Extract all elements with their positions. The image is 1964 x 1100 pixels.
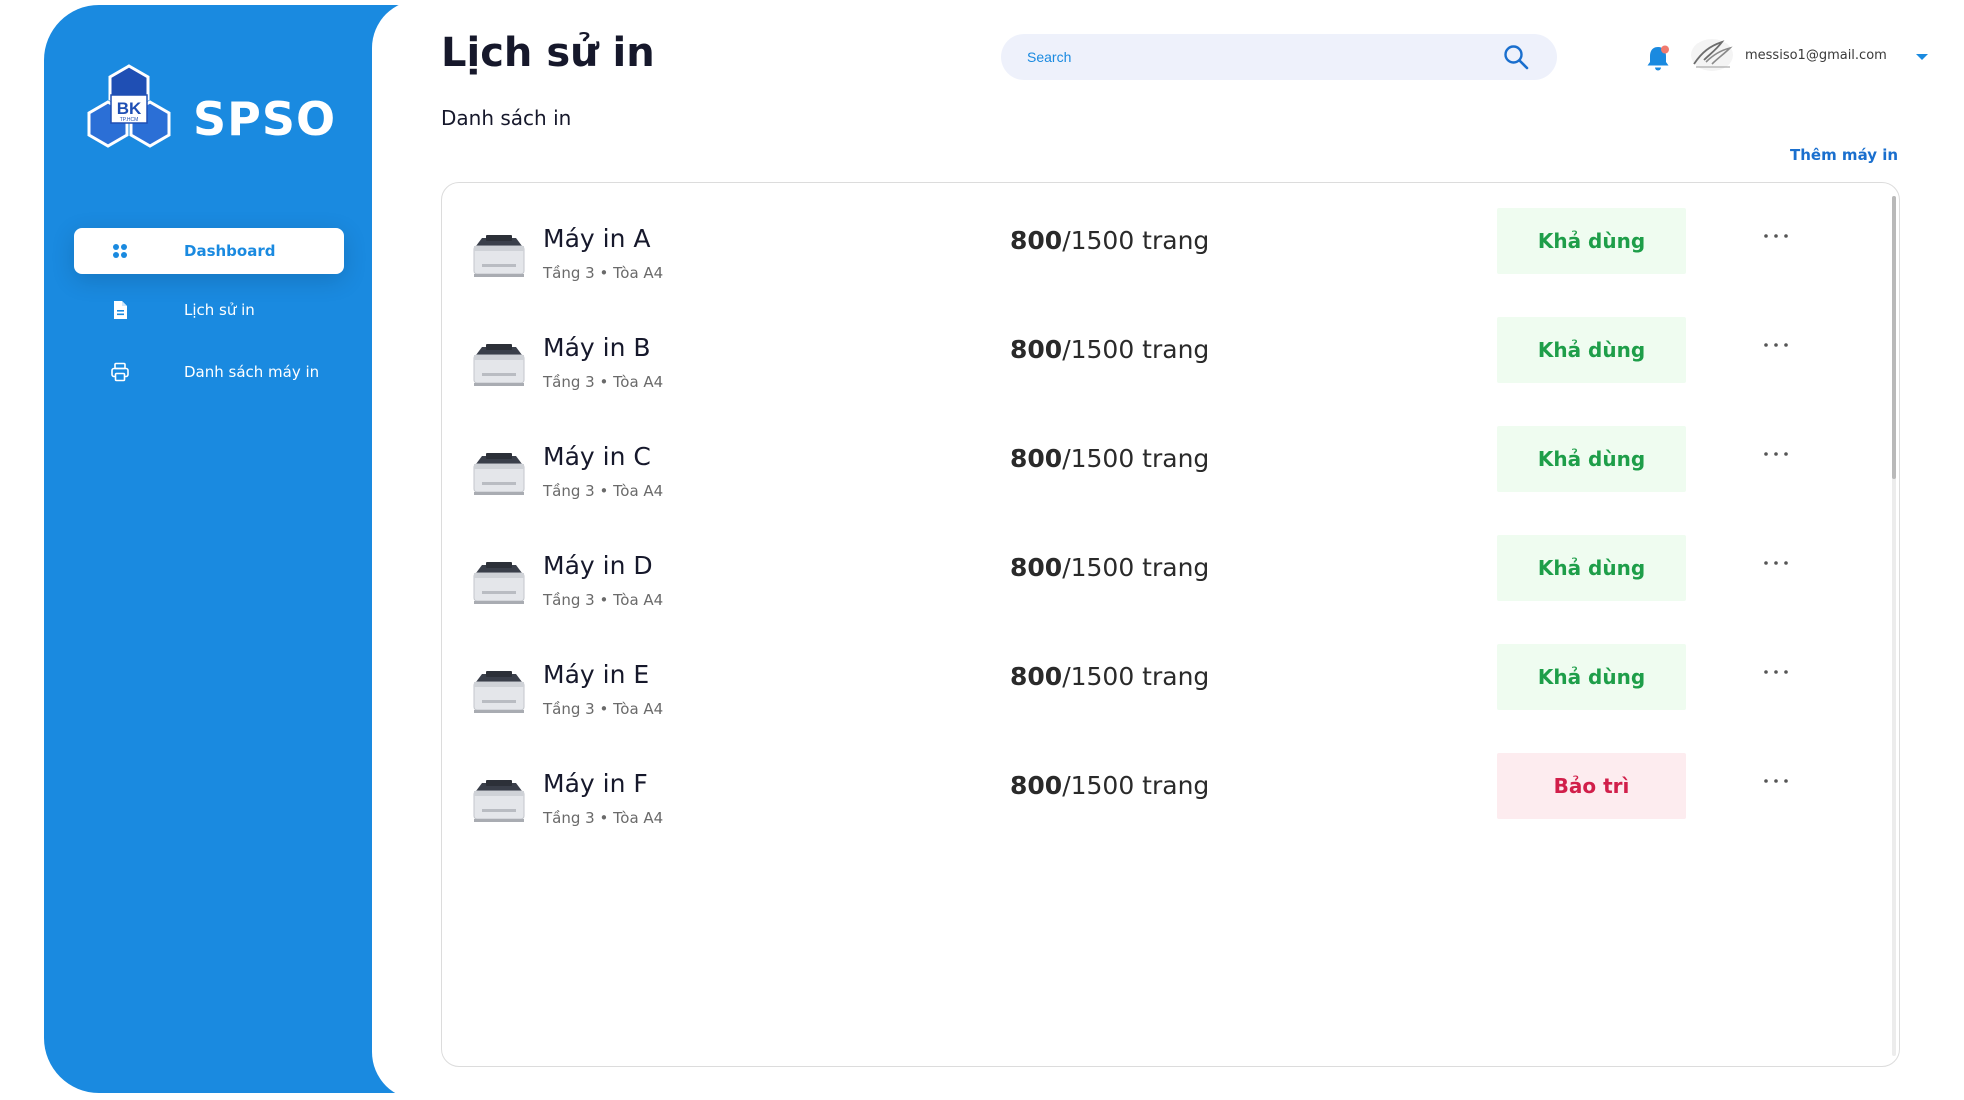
- printer-row[interactable]: Máy in C Tầng 3 • Tòa A4 800/1500 trang …: [462, 426, 1882, 522]
- more-options-icon[interactable]: [1762, 224, 1790, 248]
- printer-row[interactable]: Máy in A Tầng 3 • Tòa A4 800/1500 trang …: [462, 208, 1882, 304]
- printer-location: Tầng 3 • Tòa A4: [543, 809, 664, 827]
- printer-icon: [111, 362, 129, 382]
- bk-logo: BK TP.HCM: [87, 64, 171, 148]
- pages-total: /1500 trang: [1062, 662, 1210, 691]
- brand-name: SPSO: [193, 92, 337, 146]
- printer-image: [473, 671, 525, 713]
- more-options-icon[interactable]: [1762, 442, 1790, 466]
- status-badge: Khả dùng: [1497, 208, 1686, 274]
- search-input[interactable]: [1027, 34, 1487, 80]
- printer-location: Tầng 3 • Tòa A4: [543, 482, 664, 500]
- printer-location: Tầng 3 • Tòa A4: [543, 373, 664, 391]
- status-badge: Khả dùng: [1497, 426, 1686, 492]
- printer-name: Máy in E: [543, 660, 650, 689]
- grid-icon: [113, 244, 127, 258]
- pages-total: /1500 trang: [1062, 444, 1210, 473]
- pages-total: /1500 trang: [1062, 335, 1210, 364]
- more-options-icon[interactable]: [1762, 660, 1790, 684]
- printer-location: Tầng 3 • Tòa A4: [543, 591, 664, 609]
- pages-total: /1500 trang: [1062, 226, 1210, 255]
- pages-used: 800: [1010, 553, 1063, 582]
- pages-used: 800: [1010, 335, 1063, 364]
- more-options-icon[interactable]: [1762, 333, 1790, 357]
- document-icon: [114, 301, 127, 319]
- printer-name: Máy in F: [543, 769, 648, 798]
- page-count: 800/1500 trang: [1010, 226, 1209, 255]
- chevron-down-icon[interactable]: [1915, 52, 1929, 62]
- printer-name: Máy in B: [543, 333, 651, 362]
- sidebar-item-label: Lịch sử in: [184, 301, 255, 319]
- printer-location: Tầng 3 • Tòa A4: [543, 700, 664, 718]
- section-subtitle: Danh sách in: [441, 106, 572, 130]
- search-bar[interactable]: [1001, 34, 1557, 80]
- printer-image: [473, 235, 525, 277]
- page-count: 800/1500 trang: [1010, 771, 1209, 800]
- printer-row[interactable]: Máy in E Tầng 3 • Tòa A4 800/1500 trang …: [462, 644, 1882, 740]
- sidebar-item-label: Dashboard: [184, 242, 276, 260]
- pages-total: /1500 trang: [1062, 771, 1210, 800]
- printer-row[interactable]: Máy in F Tầng 3 • Tòa A4 800/1500 trang …: [462, 753, 1882, 849]
- printer-name: Máy in A: [543, 224, 651, 253]
- status-badge: Bảo trì: [1497, 753, 1686, 819]
- more-options-icon[interactable]: [1762, 769, 1790, 793]
- scrollbar-thumb[interactable]: [1892, 196, 1896, 479]
- page-title: Lịch sử in: [441, 30, 655, 76]
- pages-used: 800: [1010, 226, 1063, 255]
- status-badge: Khả dùng: [1497, 535, 1686, 601]
- user-email: messiso1@gmail.com: [1745, 48, 1887, 63]
- printer-name: Máy in D: [543, 551, 653, 580]
- add-printer-link[interactable]: Thêm máy in: [1790, 146, 1898, 164]
- page-count: 800/1500 trang: [1010, 662, 1209, 691]
- page-count: 800/1500 trang: [1010, 553, 1209, 582]
- logo-text-sub: TP.HCM: [120, 117, 139, 123]
- bell-icon[interactable]: [1645, 44, 1671, 72]
- sidebar: [44, 5, 414, 1093]
- pages-total: /1500 trang: [1062, 553, 1210, 582]
- page-count: 800/1500 trang: [1010, 335, 1209, 364]
- printer-row[interactable]: Máy in D Tầng 3 • Tòa A4 800/1500 trang …: [462, 535, 1882, 631]
- scrollbar[interactable]: [1892, 196, 1896, 1056]
- status-badge: Khả dùng: [1497, 644, 1686, 710]
- printer-location: Tầng 3 • Tòa A4: [543, 264, 664, 282]
- sidebar-item-dashboard[interactable]: Dashboard: [74, 228, 344, 274]
- printer-row[interactable]: Máy in B Tầng 3 • Tòa A4 800/1500 trang …: [462, 317, 1882, 413]
- logo-text-main: BK: [117, 99, 142, 118]
- avatar[interactable]: [1690, 38, 1734, 72]
- sidebar-item-print-history[interactable]: Lịch sử in: [74, 287, 344, 333]
- printer-image: [473, 453, 525, 495]
- printer-image: [473, 780, 525, 822]
- printer-name: Máy in C: [543, 442, 651, 471]
- status-badge: Khả dùng: [1497, 317, 1686, 383]
- more-options-icon[interactable]: [1762, 551, 1790, 575]
- sidebar-item-printer-list[interactable]: Danh sách máy in: [74, 349, 344, 395]
- printer-image: [473, 562, 525, 604]
- sidebar-item-label: Danh sách máy in: [184, 363, 320, 381]
- page-count: 800/1500 trang: [1010, 444, 1209, 473]
- search-icon[interactable]: [1503, 44, 1529, 70]
- pages-used: 800: [1010, 444, 1063, 473]
- pages-used: 800: [1010, 771, 1063, 800]
- pages-used: 800: [1010, 662, 1063, 691]
- printer-image: [473, 344, 525, 386]
